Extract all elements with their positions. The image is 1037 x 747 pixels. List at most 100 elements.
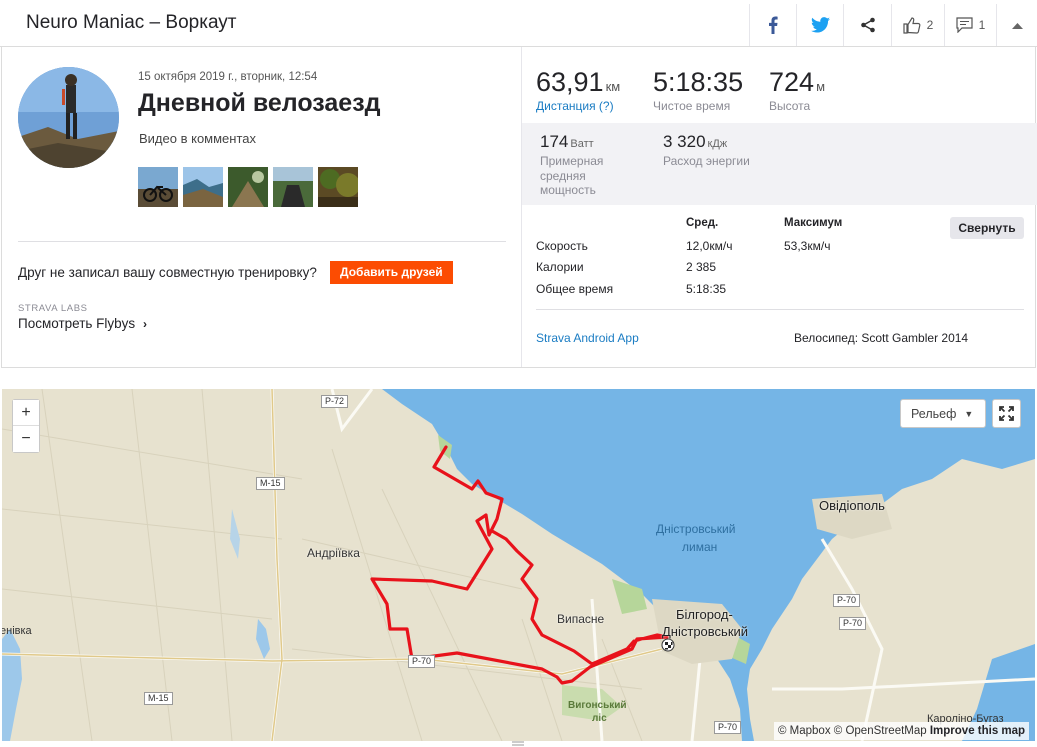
comment-icon [956, 17, 973, 33]
photo-thumbnail[interactable] [228, 167, 268, 207]
road-shield-p70: P-70 [833, 594, 861, 607]
zoom-in-button[interactable]: + [13, 400, 39, 426]
row-avg: 2 385 [686, 260, 717, 274]
stat-moving-time: 5:18:35 Чистое время [653, 67, 743, 113]
place-label: Випасне [557, 612, 605, 626]
distance-value: 63,91 [536, 67, 604, 97]
activity-title: Дневной велозаезд [138, 89, 381, 117]
zoom-out-button[interactable]: − [13, 426, 39, 452]
water-label: Дністровський [656, 522, 736, 536]
energy-label: Расход энергии [663, 154, 750, 168]
row-label: Общее время [536, 282, 614, 296]
power-label: Примерная средняя мощность [540, 154, 604, 197]
comments-button[interactable]: 1 [944, 4, 996, 46]
fullscreen-icon [999, 406, 1014, 421]
column-header-avg: Сред. [686, 217, 719, 229]
energy-value: 3 320 [663, 132, 706, 151]
activity-description: Видео в комментах [139, 131, 256, 146]
row-label: Скорость [536, 239, 588, 253]
improve-map-link[interactable]: Improve this map [930, 725, 1025, 737]
bike-info: Велосипед: Scott Gambler 2014 [794, 331, 969, 345]
photo-thumbnail[interactable] [318, 167, 358, 207]
fullscreen-button[interactable] [992, 399, 1021, 428]
device-link[interactable]: Strava Android App [536, 331, 639, 345]
place-label: енівка [2, 625, 32, 637]
twitter-icon [810, 17, 830, 33]
activity-summary-panel: 15 октября 2019 г., вторник, 12:54 Дневн… [1, 47, 1037, 368]
photo-thumbnails [138, 167, 358, 207]
osm-credit[interactable]: © OpenStreetMap [834, 725, 927, 737]
forest-label: Вигонський [568, 700, 627, 711]
route-map[interactable]: P-72 M-15 M-15 P-70 P-70 P-70 P-70 Андрі… [2, 389, 1035, 741]
photo-thumbnail[interactable] [138, 167, 178, 207]
place-label: Овідіополь [819, 498, 885, 513]
place-label: Білгород- [676, 607, 733, 622]
activity-info: 15 октября 2019 г., вторник, 12:54 Дневн… [2, 47, 522, 367]
add-friends-button[interactable]: Добавить друзей [330, 261, 453, 284]
drag-handle-icon[interactable] [512, 741, 524, 747]
activity-stats: 63,91 км Дистанция (?) 5:18:35 Чистое вре… [522, 47, 1037, 367]
flyby-link[interactable]: Посмотреть Flybys › [18, 316, 147, 331]
flyby-link-label: Посмотреть Flybys [18, 316, 136, 331]
athlete-photo [18, 67, 119, 168]
share-button[interactable] [843, 4, 891, 46]
photo-thumbnail[interactable] [183, 167, 223, 207]
power-value: 174 [540, 132, 569, 151]
caret-down-icon: ▼ [964, 408, 974, 419]
activity-date: 15 октября 2019 г., вторник, 12:54 [138, 71, 318, 83]
water-label: лиман [682, 540, 718, 554]
chevron-up-icon [1011, 22, 1023, 29]
activity-page: Neuro Maniac – Воркаут 2 1 15 октября 20… [0, 0, 1037, 747]
stat-power: 174 Ватт Примерная средняя мощность [540, 132, 630, 198]
strava-labs-label: STRAVA LABS [18, 303, 88, 314]
elevation-label: Высота [769, 99, 811, 113]
road-shield-m15: M-15 [256, 477, 285, 490]
distance-unit: км [605, 79, 621, 94]
collapse-button[interactable]: Свернуть [950, 217, 1024, 239]
road-shield-m15: M-15 [144, 692, 173, 705]
page-title: Neuro Maniac – Воркаут [26, 12, 237, 33]
bike-photo [138, 167, 178, 207]
map-layer-label: Рельеф [911, 406, 957, 421]
collapse-header-button[interactable] [996, 4, 1037, 46]
forest-photo [318, 167, 358, 207]
column-header-max: Максимум [784, 217, 843, 229]
stat-elevation: 724 м Высота [769, 67, 825, 113]
row-avg: 12,0км/ч [686, 239, 733, 253]
twitter-share-button[interactable] [796, 4, 843, 46]
elevation-value: 724 [769, 67, 815, 97]
place-label: Дністровський [662, 624, 749, 639]
photo-thumbnail[interactable] [273, 167, 313, 207]
row-avg: 5:18:35 [686, 282, 727, 296]
share-icon [860, 17, 875, 33]
map-attribution: © Mapbox © OpenStreetMap Improve this ma… [774, 722, 1030, 740]
road-shield-p70: P-70 [839, 617, 867, 630]
trail-photo [228, 167, 268, 207]
finish-flag-icon [661, 638, 675, 652]
secondary-stats: 174 Ватт Примерная средняя мощность 3 320… [522, 123, 1037, 205]
thumbs-up-icon [903, 16, 921, 34]
energy-unit: кДж [707, 138, 728, 150]
comments-count: 1 [978, 18, 986, 32]
avatar[interactable] [18, 67, 119, 168]
moving-time-value: 5:18:35 [653, 67, 744, 97]
road-shield-p72: P-72 [321, 395, 349, 408]
mapbox-credit[interactable]: © Mapbox [778, 725, 831, 737]
helmet-view-photo [273, 167, 313, 207]
facebook-share-button[interactable] [749, 4, 796, 46]
map-canvas [2, 389, 1035, 741]
stat-distance: 63,91 км Дистанция (?) [536, 67, 620, 113]
moving-time-label: Чистое время [653, 99, 731, 113]
divider [18, 241, 506, 242]
landscape-photo [183, 167, 223, 207]
power-unit: Ватт [570, 138, 594, 150]
friend-prompt: Друг не записал вашу совместную трениров… [18, 265, 317, 280]
chevron-right-icon: › [142, 317, 147, 331]
activity-header: Neuro Maniac – Воркаут 2 1 [0, 0, 1037, 47]
row-label: Калории [536, 260, 584, 274]
zoom-control: + − [12, 399, 40, 453]
kudos-button[interactable]: 2 [891, 4, 944, 46]
distance-label[interactable]: Дистанция (?) [536, 99, 620, 113]
kudos-count: 2 [926, 18, 934, 32]
map-layer-select[interactable]: Рельеф ▼ [900, 399, 986, 428]
